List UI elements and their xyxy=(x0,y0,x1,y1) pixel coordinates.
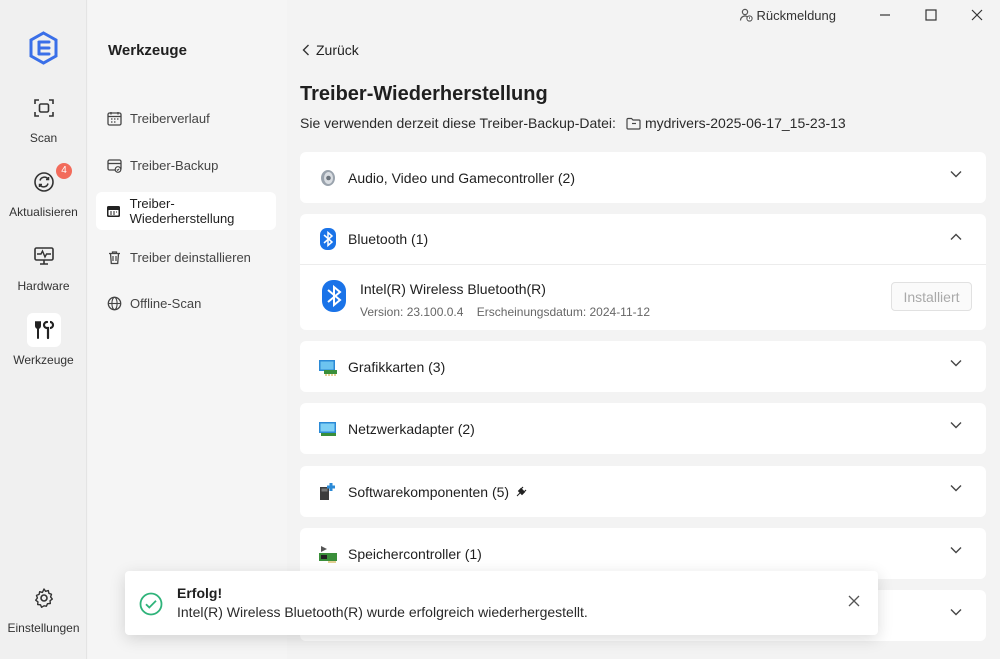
sidebar-item-label: Treiber deinstallieren xyxy=(130,249,251,265)
storage-controller-icon xyxy=(318,544,338,564)
backup-icon xyxy=(106,157,122,173)
tools-icon xyxy=(26,313,61,347)
category-network[interactable]: Netzwerkadapter (2) xyxy=(300,403,986,454)
category-graphics[interactable]: Grafikkarten (3) xyxy=(300,341,986,392)
category-software-components[interactable]: Softwarekomponenten (5) xyxy=(300,466,986,517)
category-label: Netzwerkadapter (2) xyxy=(348,420,475,437)
chevron-down-icon xyxy=(950,360,962,367)
toast-message: Intel(R) Wireless Bluetooth(R) wurde erf… xyxy=(177,604,588,620)
success-toast: Erfolg! Intel(R) Wireless Bluetooth(R) w… xyxy=(125,571,878,635)
maximize-button[interactable] xyxy=(908,0,954,30)
software-component-icon xyxy=(318,482,338,502)
rail-item-hardware[interactable]: Hardware xyxy=(0,239,87,293)
rail-item-tools[interactable]: Werkzeuge xyxy=(0,313,87,367)
sidebar-item-driver-uninstall[interactable]: Treiber deinstallieren xyxy=(96,238,276,276)
folder-icon xyxy=(626,117,641,130)
main-panel: Rückmeldung Zurück Treiber-Wiederherstel… xyxy=(288,0,1000,659)
sidebar-item-driver-restore[interactable]: Treiber-Wiederherstellung xyxy=(96,192,276,230)
driver-release-date: Erscheinungsdatum: 2024-11-12 xyxy=(476,305,650,319)
sidebar-item-driver-backup[interactable]: Treiber-Backup xyxy=(96,146,276,184)
category-label: Grafikkarten (3) xyxy=(348,358,446,375)
category-label: Bluetooth (1) xyxy=(348,231,429,247)
driver-name: Intel(R) Wireless Bluetooth(R) xyxy=(360,281,546,297)
category-bluetooth-header[interactable]: Bluetooth (1) xyxy=(300,214,986,265)
chevron-down-icon xyxy=(950,171,962,178)
plug-icon xyxy=(515,486,527,498)
bluetooth-device-icon xyxy=(322,280,346,312)
driver-meta: Version: 23.100.0.4 Erscheinungsdatum: 2… xyxy=(360,305,650,319)
rail-item-label: Aktualisieren xyxy=(9,205,78,219)
category-bluetooth: Bluetooth (1) Intel(R) Wireless Bluetoot… xyxy=(300,214,986,330)
bluetooth-icon xyxy=(318,228,338,250)
nav-rail: Scan 4 Aktualisieren Hardware Werkzeuge … xyxy=(0,0,87,659)
rail-item-label: Scan xyxy=(29,131,58,145)
chevron-up-icon xyxy=(950,233,962,240)
minimize-button[interactable] xyxy=(862,0,908,30)
gear-icon xyxy=(27,581,61,615)
toast-close-icon[interactable] xyxy=(848,595,860,607)
sidebar-item-driver-history[interactable]: Treiberverlauf xyxy=(96,99,276,137)
close-window-button[interactable] xyxy=(954,0,1000,30)
calendar-icon xyxy=(106,110,122,126)
tools-sidebar: Werkzeuge Treiberverlauf Treiber-Backup … xyxy=(88,0,287,659)
backup-file-name: mydrivers-2025-06-17_15-23-13 xyxy=(644,115,846,131)
rail-item-label: Hardware xyxy=(17,279,70,293)
chevron-down-icon xyxy=(950,547,962,554)
category-label: Audio, Video und Gamecontroller (2) xyxy=(348,169,575,186)
rail-item-label: Einstellungen xyxy=(7,621,80,635)
driver-version: Version: 23.100.0.4 xyxy=(360,305,464,319)
backup-file-info: Sie verwenden derzeit diese Treiber-Back… xyxy=(300,115,846,131)
category-audio[interactable]: Audio, Video und Gamecontroller (2) xyxy=(300,152,986,203)
sidebar-item-offline-scan[interactable]: Offline-Scan xyxy=(96,284,276,322)
chevron-down-icon xyxy=(950,609,962,616)
feedback-button[interactable]: Rückmeldung xyxy=(739,7,837,23)
installed-button[interactable]: Installiert xyxy=(891,282,972,311)
user-feedback-icon xyxy=(739,8,753,22)
trash-icon xyxy=(106,249,122,265)
rail-item-scan[interactable]: Scan xyxy=(0,91,87,145)
minimize-icon xyxy=(880,14,890,16)
title-bar: Rückmeldung xyxy=(739,0,1000,30)
scan-icon xyxy=(27,91,61,125)
sidebar-item-label: Treiberverlauf xyxy=(130,110,210,126)
chevron-down-icon xyxy=(950,485,962,492)
network-adapter-icon xyxy=(318,419,338,439)
success-check-icon xyxy=(139,592,163,616)
restore-icon xyxy=(106,203,122,219)
rail-item-update[interactable]: 4 Aktualisieren xyxy=(0,163,87,219)
chevron-left-icon xyxy=(302,44,309,56)
category-label: Softwarekomponenten (5) xyxy=(348,483,510,500)
rail-item-label: Werkzeuge xyxy=(13,353,74,367)
display-adapter-icon xyxy=(318,357,338,377)
back-label: Zurück xyxy=(316,42,359,58)
page-title: Treiber-Wiederherstellung xyxy=(300,83,548,105)
maximize-icon xyxy=(925,9,937,21)
chevron-down-icon xyxy=(950,422,962,429)
globe-icon xyxy=(106,295,122,311)
backup-file-caption: Sie verwenden derzeit diese Treiber-Back… xyxy=(300,115,616,131)
app-logo-icon xyxy=(29,31,58,65)
sidebar-item-label: Offline-Scan xyxy=(130,295,202,311)
sidebar-item-label: Treiber-Wiederherstellung xyxy=(129,196,235,226)
sidebar-title: Werkzeuge xyxy=(108,42,187,59)
rail-item-settings[interactable]: Einstellungen xyxy=(0,581,87,635)
category-label: Speichercontroller (1) xyxy=(348,545,482,562)
backup-file: mydrivers-2025-06-17_15-23-13 xyxy=(626,115,846,131)
update-count-badge: 4 xyxy=(56,163,72,179)
speaker-icon xyxy=(318,168,338,188)
sidebar-item-label: Treiber-Backup xyxy=(130,157,219,173)
feedback-label: Rückmeldung xyxy=(756,7,837,23)
toast-title: Erfolg! xyxy=(177,585,223,601)
close-icon xyxy=(971,9,983,21)
monitor-pulse-icon xyxy=(27,239,61,273)
back-link[interactable]: Zurück xyxy=(302,42,359,58)
